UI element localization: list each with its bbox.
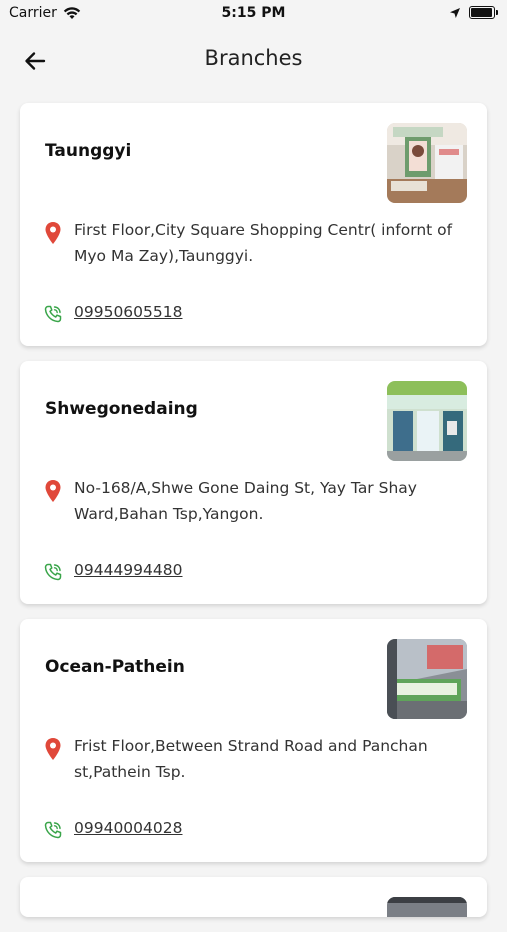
branch-card[interactable]: Taunggyi First Floor,City Square Shoppin… — [20, 103, 487, 346]
location-pin-icon — [45, 222, 61, 244]
branch-photo — [387, 381, 467, 461]
location-pin-icon — [45, 480, 61, 502]
branch-card[interactable]: Ocean-Pathein Frist Floor,Between Strand… — [20, 619, 487, 862]
branch-list: Taunggyi First Floor,City Square Shoppin… — [20, 103, 487, 932]
clock: 5:15 PM — [221, 5, 286, 21]
branch-name: Ocean-Pathein — [45, 657, 185, 677]
branch-photo — [387, 897, 467, 917]
phone-icon — [44, 563, 62, 581]
battery-icon — [469, 6, 498, 19]
location-arrow-icon — [450, 7, 460, 18]
location-pin-icon — [45, 738, 61, 760]
page-title: Branches — [204, 46, 303, 70]
branch-name: Shwegonedaing — [45, 399, 198, 419]
branch-card[interactable] — [20, 877, 487, 917]
status-right — [449, 6, 498, 19]
branch-address: No-168/A,Shwe Gone Daing St, Yay Tar Sha… — [74, 479, 417, 523]
branch-phone-link[interactable]: 09950605518 — [74, 303, 182, 321]
branch-photo — [387, 639, 467, 719]
branch-name: Taunggyi — [45, 141, 132, 161]
branch-phone-link[interactable]: 09444994480 — [74, 561, 182, 579]
branch-card[interactable]: Shwegonedaing No-168/A,Shwe Gone Daing S… — [20, 361, 487, 604]
status-bar: Carrier 5:15 PM — [0, 0, 507, 28]
branch-address: First Floor,City Square Shopping Centr( … — [74, 221, 453, 265]
branch-photo — [387, 123, 467, 203]
phone-icon — [44, 821, 62, 839]
phone-icon — [44, 305, 62, 323]
app-header: Branches — [0, 28, 507, 92]
branch-address: Frist Floor,Between Strand Road and Panc… — [74, 737, 428, 781]
branch-phone-link[interactable]: 09940004028 — [74, 819, 182, 837]
